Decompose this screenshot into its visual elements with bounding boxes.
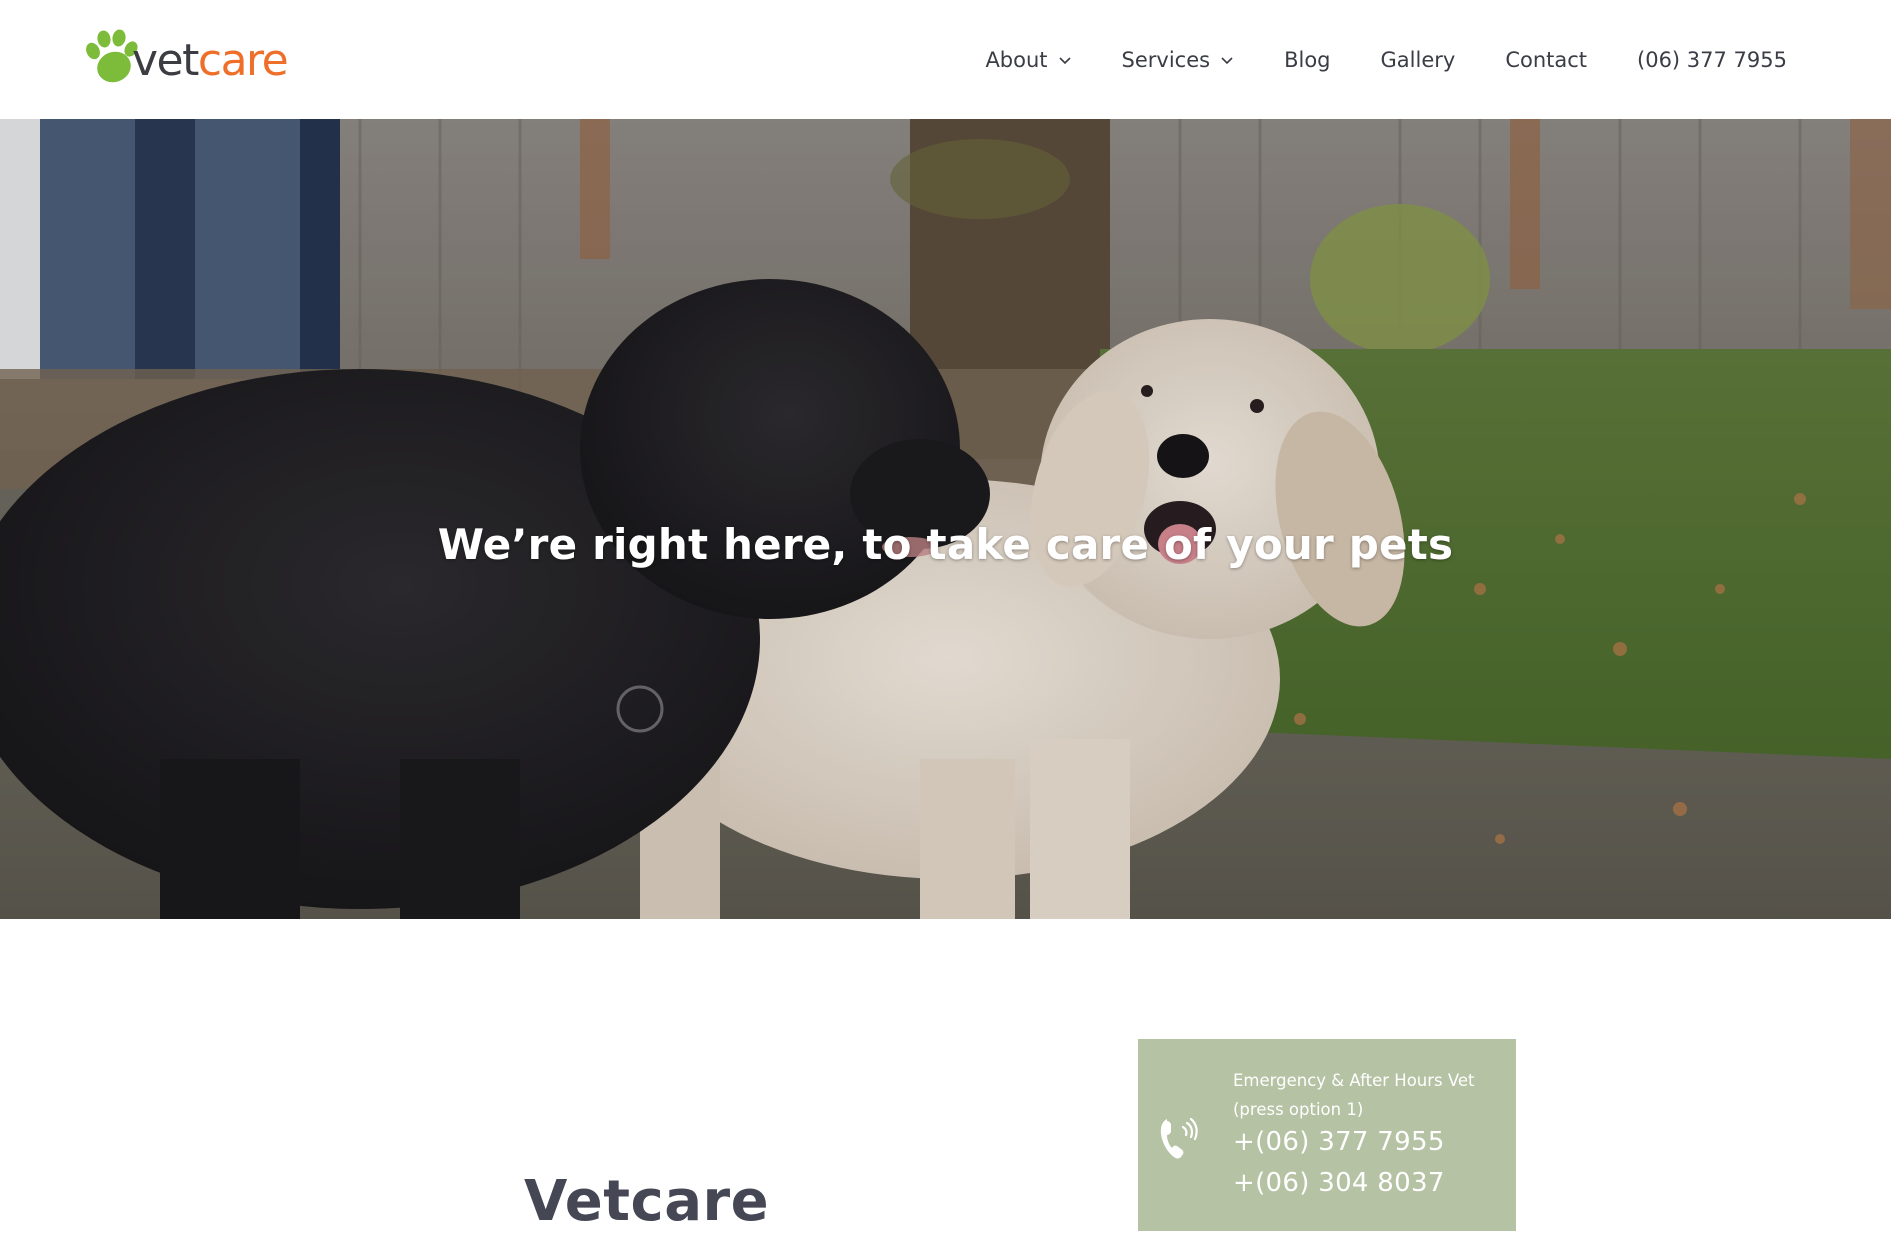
page-title: Vetcare xyxy=(524,1169,770,1234)
nav-item-label: (06) 377 7955 xyxy=(1637,47,1787,72)
emergency-contact-box: Emergency & After Hours Vet (press optio… xyxy=(1138,1039,1516,1231)
hero-image xyxy=(0,119,1891,919)
paw-icon xyxy=(86,29,138,83)
nav-item-label: Services xyxy=(1121,47,1211,72)
nav-item-phone[interactable]: (06) 377 7955 xyxy=(1637,48,1787,72)
hero-banner: We’re right here, to take care of your p… xyxy=(0,119,1891,919)
site-header: vetcare About Services Blog Gallery Cont… xyxy=(0,0,1891,119)
phone-icon xyxy=(1160,1117,1198,1159)
nav-item-label: Gallery xyxy=(1380,47,1456,72)
nav-item-gallery[interactable]: Gallery xyxy=(1381,48,1456,72)
nav-item-about[interactable]: About xyxy=(985,48,1071,72)
chevron-down-icon xyxy=(1058,56,1071,64)
logo-text-vet: vet xyxy=(132,35,199,86)
emergency-phone-link[interactable]: +(06) 377 7955 xyxy=(1233,1127,1445,1157)
nav-item-label: Blog xyxy=(1284,47,1331,72)
nav-item-blog[interactable]: Blog xyxy=(1284,48,1330,72)
nav-item-label: About xyxy=(985,47,1048,72)
hero-headline: We’re right here, to take care of your p… xyxy=(437,520,1454,570)
emergency-label: Emergency & After Hours Vet (press optio… xyxy=(1233,1071,1475,1119)
chevron-down-icon xyxy=(1221,56,1233,64)
emergency-phone-link[interactable]: +(06) 304 8037 xyxy=(1233,1168,1445,1198)
nav-item-label: Contact xyxy=(1505,47,1588,72)
logo-wordmark: vetcare xyxy=(132,39,289,83)
main-nav: About Services Blog Gallery Contact (06)… xyxy=(985,0,1787,119)
logo-text-care: care xyxy=(197,35,289,86)
nav-item-contact[interactable]: Contact xyxy=(1505,48,1587,72)
site-logo[interactable]: vetcare xyxy=(84,28,289,88)
nav-item-services[interactable]: Services xyxy=(1122,48,1235,72)
